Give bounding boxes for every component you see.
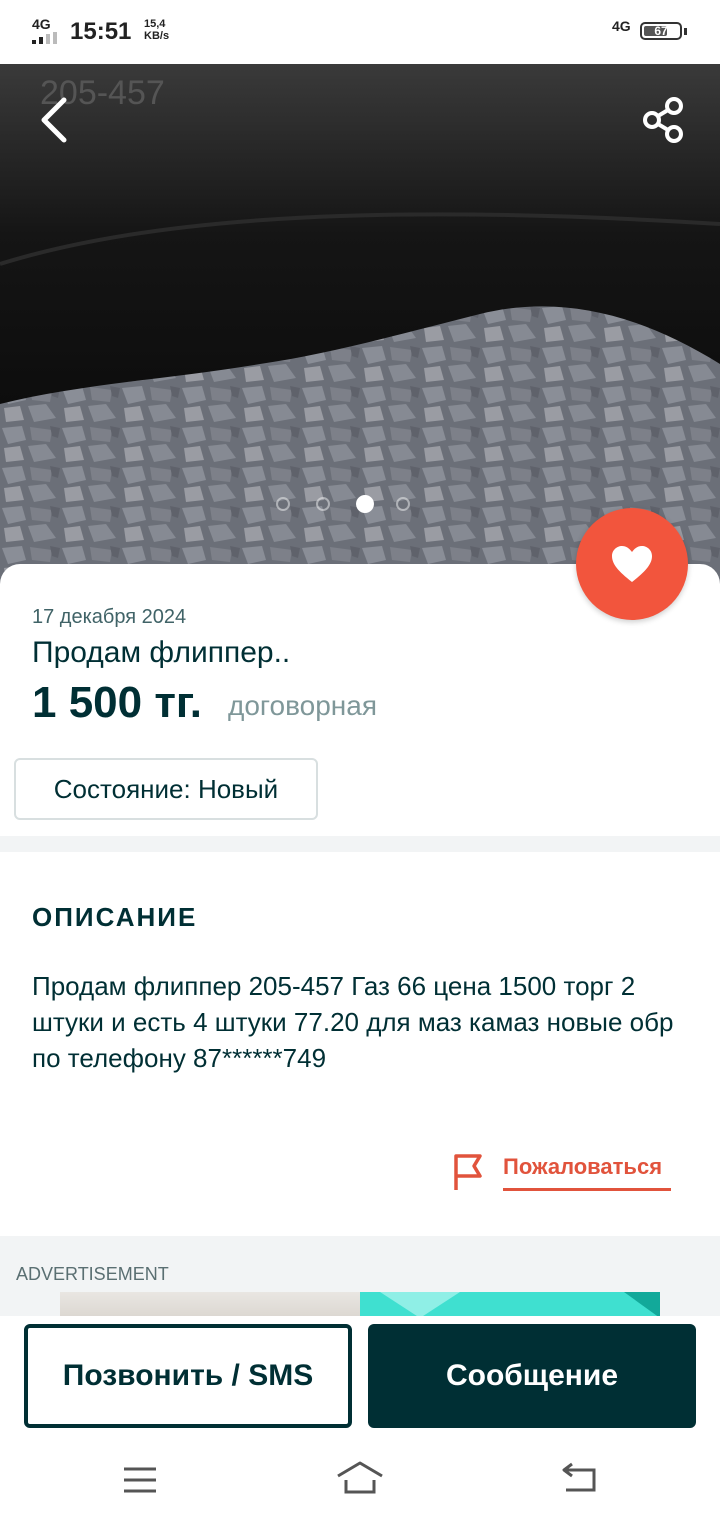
flag-icon	[454, 1154, 482, 1190]
network-speed: 15,4 KB/s	[144, 18, 169, 42]
gallery-dot[interactable]	[276, 497, 290, 511]
network-type-right: 4G	[612, 18, 631, 34]
message-button[interactable]: Сообщение	[368, 1324, 696, 1428]
call-sms-button[interactable]: Позвонить / SMS	[24, 1324, 352, 1428]
listing-title: Продам флиппер..	[32, 636, 291, 669]
gallery-pagination	[276, 494, 426, 516]
clock: 15:51	[70, 18, 132, 45]
battery-level: 67	[654, 24, 668, 38]
report-underline	[503, 1188, 671, 1191]
heart-icon	[612, 546, 652, 582]
share-icon	[643, 97, 683, 143]
status-bar: 4G 15:51 15,4 KB/s 4G 67	[0, 0, 720, 64]
gallery-dot[interactable]	[396, 497, 410, 511]
menu-icon	[124, 1467, 156, 1493]
chevron-left-icon	[41, 97, 67, 143]
battery-icon: 67	[640, 22, 682, 40]
battery-cap	[684, 28, 687, 35]
advertisement-label: ADVERTISEMENT	[16, 1264, 169, 1284]
report-label: Пожаловаться	[503, 1154, 663, 1179]
description-heading: ОПИСАНИЕ	[32, 902, 198, 932]
price-negotiable-label: договорная	[228, 690, 377, 721]
recent-apps-button[interactable]	[122, 1466, 158, 1494]
back-button[interactable]	[28, 90, 84, 150]
favorite-button[interactable]	[576, 508, 688, 620]
network-speed-unit: KB/s	[144, 30, 170, 42]
home-button[interactable]	[334, 1460, 386, 1496]
section-divider	[0, 836, 720, 852]
signal-icon	[32, 32, 60, 44]
system-back-button[interactable]	[560, 1462, 600, 1494]
description-text: Продам флиппер 205-457 Газ 66 цена 1500 …	[32, 971, 674, 1073]
network-type-left: 4G	[32, 16, 51, 32]
share-button[interactable]	[636, 94, 692, 150]
listing-price: 1 500 тг.	[32, 678, 203, 727]
report-button[interactable]: Пожаловаться	[448, 1150, 678, 1198]
back-icon	[562, 1462, 596, 1492]
gallery-dot[interactable]	[316, 497, 330, 511]
gallery-dot[interactable]	[356, 495, 374, 513]
home-icon	[337, 1461, 383, 1494]
listing-date: 17 декабря 2024	[32, 606, 187, 628]
condition-tag: Состояние: Новый	[14, 758, 318, 820]
network-speed-value: 15,4	[144, 18, 166, 30]
